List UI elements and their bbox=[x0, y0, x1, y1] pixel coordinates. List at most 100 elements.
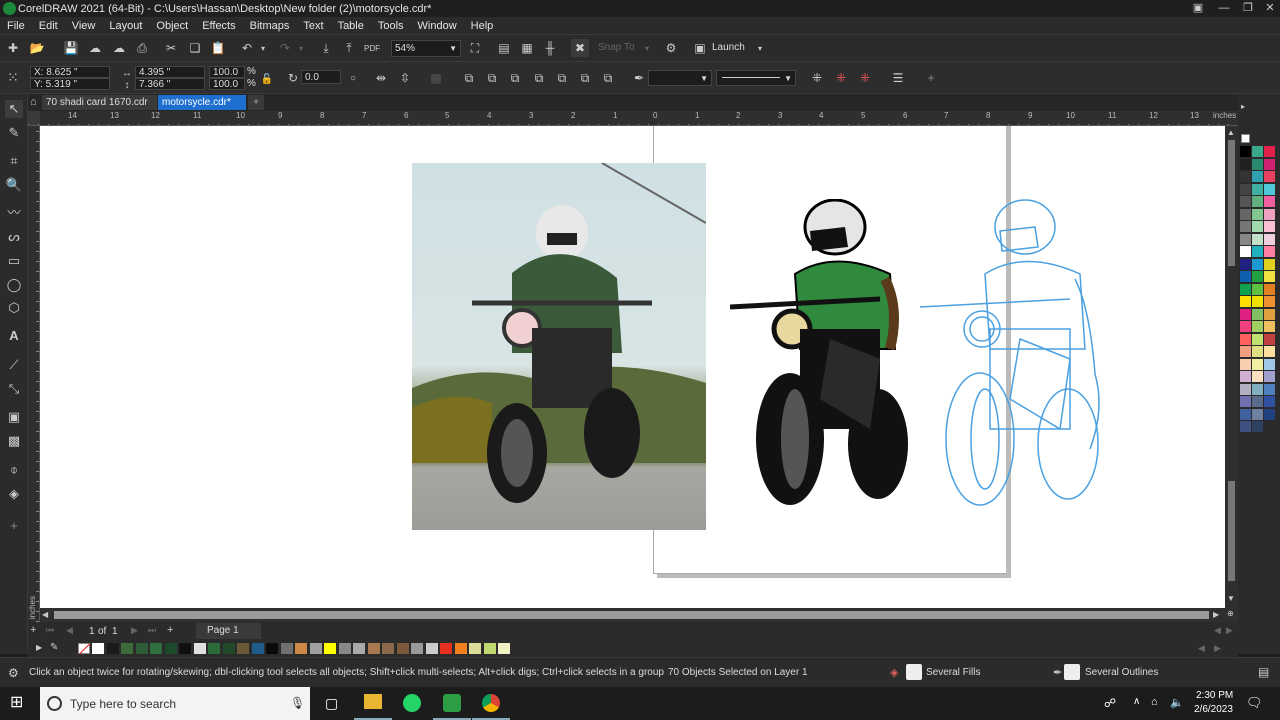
menu-bitmaps[interactable]: Bitmaps bbox=[243, 20, 297, 32]
show-hidden-icons-icon[interactable]: ∧ bbox=[1133, 696, 1140, 707]
zoom-dropdown-icon[interactable]: ▼ bbox=[449, 41, 457, 56]
outline-swatch-icon[interactable] bbox=[1064, 664, 1080, 680]
vertical-scroll-thumb-lower[interactable] bbox=[1228, 481, 1235, 581]
show-grid-icon[interactable]: ▦ bbox=[518, 39, 536, 57]
align-distribute-icon[interactable]: ☰ bbox=[889, 69, 907, 87]
snap-off-icon[interactable]: ✖ bbox=[571, 39, 589, 57]
drawing-canvas[interactable] bbox=[40, 126, 1225, 608]
color-palette-swatch[interactable] bbox=[1240, 296, 1251, 307]
wrap-text-icon[interactable]: ▩ bbox=[427, 69, 445, 87]
volume-icon[interactable]: 🔈 bbox=[1170, 696, 1184, 709]
doc-palette-swatch[interactable] bbox=[411, 643, 423, 654]
color-palette-swatch[interactable] bbox=[1264, 183, 1275, 195]
restore-panel-icon[interactable]: ▣ bbox=[1186, 0, 1210, 17]
y-position-field[interactable]: Y: 5.319 " bbox=[30, 78, 110, 90]
taskbar-time[interactable]: 2:30 PM bbox=[1196, 690, 1233, 701]
color-palette-swatch[interactable] bbox=[1264, 233, 1275, 245]
outline-motorcycle-illustration[interactable] bbox=[920, 199, 1105, 509]
vertical-scroll-thumb[interactable] bbox=[1228, 140, 1235, 266]
scroll-down-icon[interactable]: ▼ bbox=[1227, 594, 1236, 603]
color-palette-swatch[interactable] bbox=[1240, 346, 1251, 357]
color-palette-swatch[interactable] bbox=[1264, 408, 1275, 420]
color-palette-swatch[interactable] bbox=[1252, 196, 1263, 207]
first-page-icon[interactable]: ⏮ bbox=[46, 625, 54, 636]
color-palette-swatch[interactable] bbox=[1264, 171, 1275, 182]
color-palette-swatch[interactable] bbox=[1264, 146, 1275, 157]
outline-icon-1[interactable]: ⁜ bbox=[808, 69, 826, 87]
group-icon[interactable]: ⧉ bbox=[460, 69, 478, 87]
doc-palette-swatch[interactable] bbox=[309, 643, 322, 654]
chrome-icon[interactable] bbox=[482, 694, 500, 712]
color-palette-swatch[interactable] bbox=[1264, 321, 1275, 332]
network-icon[interactable]: ⌂ bbox=[1151, 696, 1158, 708]
doc-palette-swatch[interactable] bbox=[483, 643, 496, 654]
text-tool-icon[interactable]: A bbox=[5, 327, 23, 345]
color-palette-swatch[interactable] bbox=[1252, 321, 1263, 332]
status-panel-icon[interactable]: ▤ bbox=[1258, 665, 1269, 679]
doc-palette-swatch[interactable] bbox=[179, 643, 191, 654]
paste-icon[interactable]: 📋 bbox=[209, 39, 227, 57]
launch-dropdown-icon[interactable]: ▾ bbox=[751, 39, 769, 57]
scroll-left-icon[interactable]: ◀ bbox=[42, 610, 51, 620]
color-palette-swatch[interactable] bbox=[1252, 246, 1263, 257]
color-palette-swatch[interactable] bbox=[1264, 346, 1275, 357]
color-palette-swatch[interactable] bbox=[1252, 183, 1263, 195]
mirror-horizontal-icon[interactable]: ⇹ bbox=[372, 69, 390, 87]
windows-start-icon[interactable]: ⊞ bbox=[10, 695, 23, 711]
color-palette-swatch[interactable] bbox=[1264, 383, 1275, 395]
whatsapp-icon[interactable] bbox=[403, 694, 421, 712]
color-palette-swatch[interactable] bbox=[1264, 396, 1275, 407]
color-palette-swatch[interactable] bbox=[1252, 421, 1263, 432]
doc-palette-swatch[interactable] bbox=[266, 643, 278, 654]
launch-label[interactable]: Launch bbox=[712, 42, 745, 53]
color-palette-swatch[interactable] bbox=[1252, 258, 1263, 270]
notification-center-icon[interactable]: 🗨 bbox=[1246, 695, 1263, 711]
color-palette-swatch[interactable] bbox=[1240, 321, 1251, 332]
doc-palette-swatch[interactable] bbox=[440, 643, 452, 654]
height-field[interactable]: 7.366 " bbox=[135, 78, 205, 90]
show-rulers-icon[interactable]: ▤ bbox=[495, 39, 513, 57]
width-field[interactable]: 4.395 " bbox=[135, 66, 205, 78]
ungroup-icon[interactable]: ⧉ bbox=[483, 69, 501, 87]
freehand-tool-icon[interactable]: 〰 bbox=[5, 204, 23, 222]
outline-icon-3[interactable]: ⁜ bbox=[856, 69, 874, 87]
doc-palette-swatch[interactable] bbox=[454, 643, 467, 654]
redo-dropdown-icon[interactable]: ▾ bbox=[292, 39, 310, 57]
doc-palette-swatch[interactable] bbox=[222, 643, 235, 654]
scroll-right-icon[interactable]: ▶ bbox=[1213, 610, 1222, 620]
color-palette-swatch[interactable] bbox=[1252, 283, 1263, 295]
color-palette-swatch[interactable] bbox=[1240, 421, 1251, 432]
interactive-fill-tool-icon[interactable]: ◈ bbox=[5, 485, 23, 503]
color-palette-swatch[interactable] bbox=[1240, 333, 1251, 345]
import-icon[interactable]: ⤓ bbox=[317, 39, 335, 57]
color-palette-swatch[interactable] bbox=[1252, 208, 1263, 220]
copy-icon[interactable]: ❏ bbox=[186, 39, 204, 57]
doc-palette-swatch[interactable] bbox=[251, 643, 264, 654]
next-page-icon[interactable]: ▶ bbox=[131, 625, 138, 636]
print-icon[interactable]: ⎙ bbox=[133, 39, 151, 57]
tab-motorsycle[interactable]: motorsycle.cdr* bbox=[158, 95, 246, 110]
color-palette-swatch[interactable] bbox=[1252, 396, 1263, 407]
color-palette-swatch[interactable] bbox=[1252, 371, 1263, 382]
zoom-level-field[interactable]: 54% ▼ bbox=[391, 40, 461, 57]
weld-icon[interactable]: ⧉ bbox=[576, 69, 594, 87]
doc-palette-swatch[interactable] bbox=[469, 643, 481, 654]
cloud-upload-icon[interactable]: ☁ bbox=[86, 39, 104, 57]
outline-icon-2[interactable]: ⁜ bbox=[832, 69, 850, 87]
color-palette-swatch[interactable] bbox=[1264, 258, 1275, 270]
doc-palette-swatch[interactable] bbox=[92, 643, 104, 654]
connector-tool-icon[interactable]: ⤡ bbox=[5, 380, 23, 398]
color-palette-swatch[interactable] bbox=[1252, 296, 1263, 307]
outline-pen-status-icon[interactable]: ✒ bbox=[1053, 666, 1062, 679]
doc-palette-swatch[interactable] bbox=[367, 643, 380, 654]
reference-point-icon[interactable]: ⁙ bbox=[4, 68, 22, 86]
menu-edit[interactable]: Edit bbox=[32, 20, 65, 32]
doc-palette-swatch[interactable] bbox=[164, 643, 177, 654]
color-palette-swatch[interactable] bbox=[1240, 358, 1251, 370]
horizontal-ruler[interactable]: 14 13 12 11 10 9 8 7 6 5 4 3 2 1 0 1 2 3… bbox=[28, 111, 1238, 126]
color-palette-swatch[interactable] bbox=[1240, 233, 1251, 245]
menu-effects[interactable]: Effects bbox=[195, 20, 242, 32]
color-palette-swatch[interactable] bbox=[1264, 283, 1275, 295]
color-palette-swatch[interactable] bbox=[1264, 246, 1275, 257]
status-settings-gear-icon[interactable]: ⚙ bbox=[8, 666, 19, 680]
